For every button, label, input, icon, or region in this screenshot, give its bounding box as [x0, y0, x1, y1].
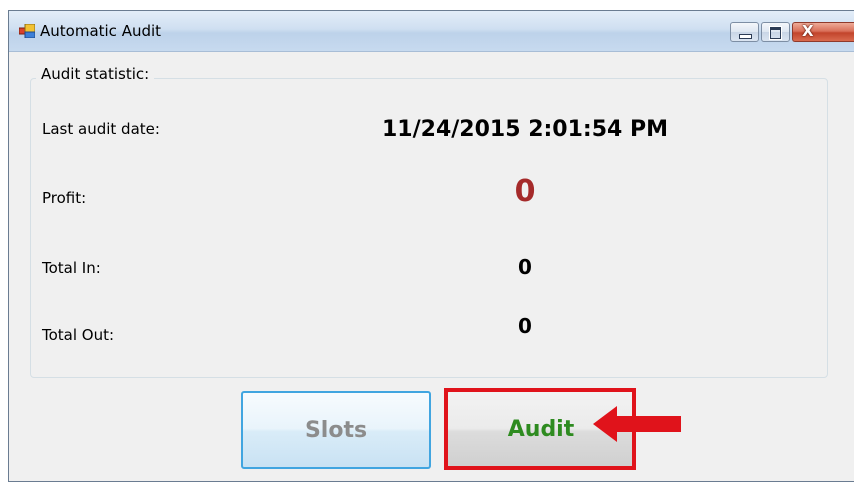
close-button[interactable]: X — [792, 22, 854, 42]
maximize-button[interactable] — [761, 22, 790, 42]
minimize-icon — [739, 34, 752, 39]
total-in-label: Total In: — [42, 259, 101, 277]
total-out-value: 0 — [518, 314, 532, 338]
slots-button[interactable]: Slots — [241, 391, 431, 469]
pointer-arrow-icon — [593, 406, 681, 442]
profit-label: Profit: — [42, 189, 87, 207]
group-title: Audit statistic: — [36, 65, 155, 83]
total-in-value: 0 — [518, 255, 532, 279]
total-out-label: Total Out: — [42, 326, 115, 344]
window-title: Automatic Audit — [40, 22, 162, 40]
app-icon — [19, 24, 35, 38]
minimize-button[interactable] — [730, 22, 759, 42]
title-bar[interactable]: Automatic Audit X — [9, 11, 854, 52]
last-audit-date-value: 11/24/2015 2:01:54 PM — [382, 117, 668, 142]
close-icon: X — [802, 22, 814, 40]
last-audit-date-label: Last audit date: — [42, 120, 160, 138]
audit-window: Automatic Audit X Audit statistic: Last … — [8, 10, 854, 482]
maximize-icon — [770, 27, 781, 39]
profit-value: 0 — [514, 174, 536, 209]
